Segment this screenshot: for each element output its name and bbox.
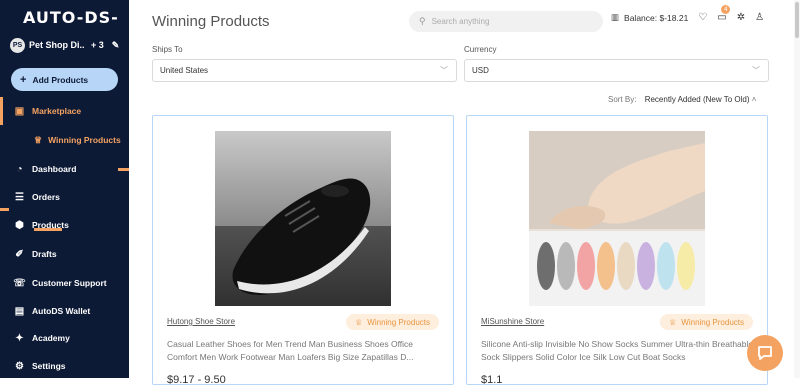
sidebar-item-orders[interactable]: ☰ Orders: [0, 188, 129, 206]
winning-products-tag: ♕ Winning Products: [346, 314, 439, 330]
add-products-label: Add Products: [32, 74, 89, 85]
sidebar-item-label: Marketplace: [32, 106, 82, 116]
product-card[interactable]: MiSunshine Store ♕ Winning Products Sili…: [466, 115, 768, 386]
sidebar-item-label: Orders: [32, 192, 60, 202]
dashboard-icon: ◔: [16, 163, 23, 175]
wallet-icon[interactable]: ▥: [611, 12, 619, 23]
sidebar-item-academy[interactable]: ✦ Academy: [0, 329, 129, 347]
sidebar-item-label: Drafts: [32, 249, 57, 259]
product-image-socks[interactable]: [529, 131, 705, 306]
store-icon: ▣: [14, 105, 25, 117]
sidebar-item-label: AutoDS Wallet: [32, 306, 91, 316]
heart-icon[interactable]: ♡: [698, 12, 707, 23]
sidebar: AUTO-DS- PS Pet Shop Di... + 3 ✎ + Add P…: [0, 0, 129, 378]
currency-value: USD: [472, 66, 489, 75]
product-image-shoe[interactable]: [215, 131, 391, 306]
product-price: $9.17 - 9.50: [167, 374, 226, 386]
box-icon: ⬢: [15, 219, 24, 231]
search-placeholder: Search anything: [431, 17, 490, 26]
accent-dash: [34, 228, 62, 231]
store-avatar: PS: [10, 37, 25, 53]
currency-select[interactable]: USD ﹀: [464, 59, 769, 82]
sidebar-item-label: Winning Products: [48, 135, 121, 145]
store-link[interactable]: MiSunshine Store: [481, 317, 544, 326]
pencil-icon[interactable]: ✎: [112, 40, 120, 51]
sidebar-item-dashboard[interactable]: ◔ Dashboard: [0, 160, 129, 178]
chevron-down-icon: ﹀: [752, 66, 760, 75]
trophy-icon: ♕: [669, 317, 677, 327]
sidebar-item-label: Dashboard: [32, 164, 77, 174]
sidebar-item-winning-products[interactable]: ♕ Winning Products: [34, 133, 121, 147]
notification-badge: 4: [721, 5, 731, 14]
ships-to-select[interactable]: United States ﹀: [152, 59, 457, 82]
sort-label: Sort By:: [608, 95, 637, 104]
trophy-icon: ♕: [355, 317, 363, 327]
ships-to-label: Ships To: [152, 45, 183, 54]
sort-value: Recently Added (New To Old): [644, 95, 750, 104]
chevron-down-icon: ﹀: [440, 66, 448, 75]
sidebar-item-marketplace[interactable]: ▣ Marketplace: [0, 102, 129, 120]
store-more-count: + 3: [91, 40, 104, 50]
page-title: Winning Products: [152, 13, 270, 30]
support-icon: ☏: [13, 277, 26, 289]
scrollbar-thumb[interactable]: [795, 2, 799, 38]
store-link[interactable]: Hutong Shoe Store: [167, 317, 235, 326]
product-card[interactable]: Hutong Shoe Store ♕ Winning Products Cas…: [152, 115, 454, 386]
orders-icon: ☰: [15, 191, 24, 203]
academy-icon: ✦: [15, 332, 24, 344]
accent-dash: [0, 208, 9, 211]
trophy-icon: ♕: [34, 134, 43, 145]
wallet-icon: ▤: [14, 305, 25, 317]
store-name: Pet Shop Di...: [29, 40, 85, 50]
ships-to-value: United States: [160, 66, 209, 75]
sidebar-item-label: Settings: [32, 361, 66, 371]
product-title[interactable]: Silicone Anti-slip Invisible No Show Soc…: [481, 338, 757, 364]
sidebar-item-settings[interactable]: ⚙ Settings: [0, 357, 129, 375]
sidebar-item-autods-wallet[interactable]: ▤ AutoDS Wallet: [0, 302, 129, 320]
header-actions: ▥ Balance: $-18.21 ♡ ▭ 4 ✲ ♙: [611, 5, 764, 23]
product-title[interactable]: Casual Leather Shoes for Men Trend Man B…: [167, 338, 443, 364]
accent-dash: [118, 168, 129, 171]
tag-label: Winning Products: [367, 317, 430, 327]
drafts-icon: ✐: [15, 248, 24, 260]
product-price: $1.1: [481, 374, 503, 386]
user-icon[interactable]: ♙: [755, 12, 764, 23]
help-icon[interactable]: ✲: [737, 12, 745, 23]
gear-icon: ⚙: [15, 360, 24, 372]
tag-label: Winning Products: [681, 317, 744, 327]
search-input[interactable]: ⚲ Search anything: [409, 11, 603, 32]
chat-icon: [758, 346, 772, 360]
chevron-up-icon: ˄: [751, 95, 757, 104]
add-products-button[interactable]: + Add Products: [11, 68, 118, 91]
store-selector[interactable]: PS Pet Shop Di... + 3 ✎: [10, 37, 122, 53]
sidebar-item-customer-support[interactable]: ☏ Customer Support: [0, 274, 129, 292]
chat-button[interactable]: [747, 335, 783, 371]
sidebar-item-label: Academy: [32, 333, 70, 343]
sort-by[interactable]: Sort By: Recently Added (New To Old) ˄: [608, 95, 756, 104]
currency-label: Currency: [464, 45, 497, 54]
sidebar-item-drafts[interactable]: ✐ Drafts: [0, 245, 129, 263]
sidebar-item-products[interactable]: ⬢ Products: [0, 216, 129, 234]
sidebar-item-label: Customer Support: [32, 278, 107, 288]
search-icon: ⚲: [419, 16, 426, 26]
scrollbar-track[interactable]: [794, 0, 800, 378]
notifications-icon[interactable]: ▭ 4: [717, 5, 731, 23]
autods-logo[interactable]: AUTO-DS-: [23, 8, 119, 27]
balance-text[interactable]: Balance: $-18.21: [624, 13, 688, 23]
winning-products-tag: ♕ Winning Products: [660, 314, 753, 330]
plus-icon: +: [20, 73, 27, 86]
